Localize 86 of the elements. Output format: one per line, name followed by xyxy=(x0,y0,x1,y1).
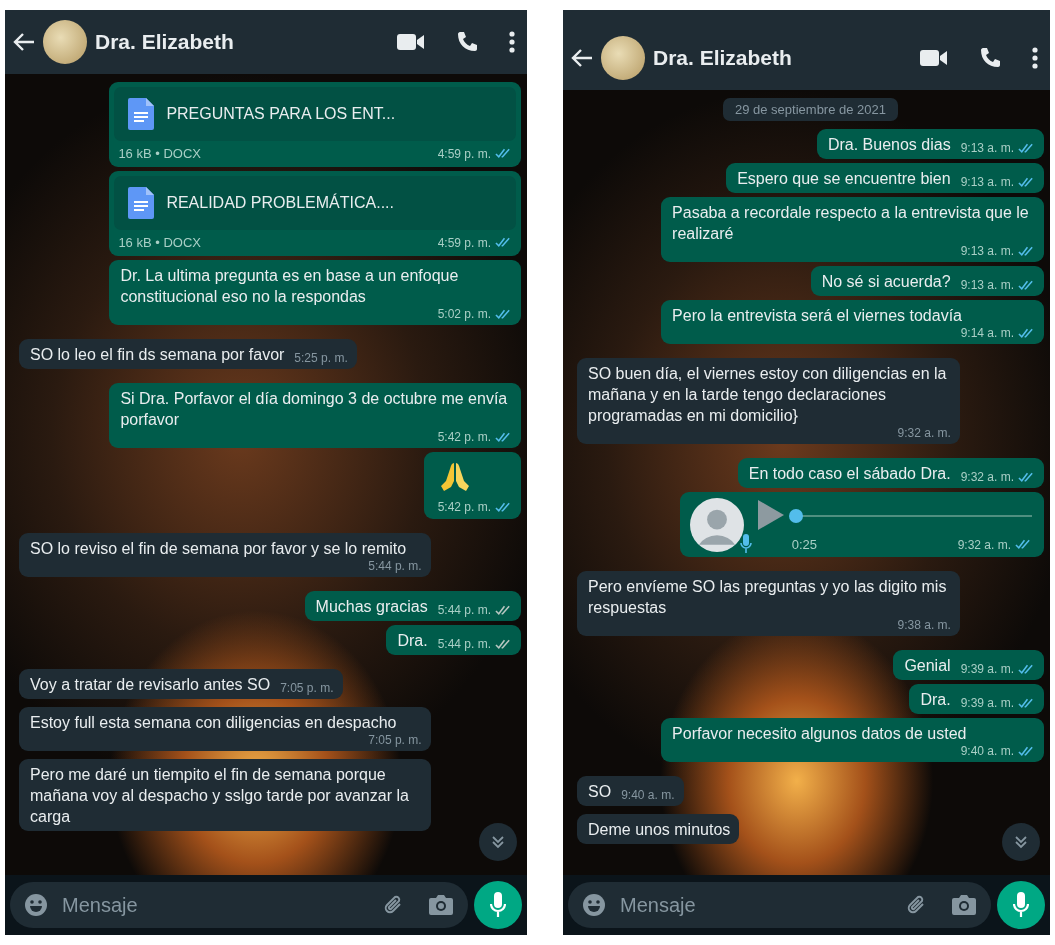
message-time: 5:44 p. m. xyxy=(368,559,422,573)
voice-duration: 0:25 xyxy=(791,537,818,552)
message-text: Pasaba a recordale respecto a la entrevista que le realizaré xyxy=(672,203,1030,244)
message-time: 9:39 a. m. xyxy=(960,662,1014,676)
message-text: Voy a tratar de revisarlo antes SO xyxy=(30,675,271,695)
emoji-icon[interactable] xyxy=(24,893,48,917)
message-text: No sé si acuerda? xyxy=(821,272,951,292)
voice-record-button[interactable] xyxy=(474,881,522,929)
message-time: 5:02 p. m. xyxy=(437,307,491,321)
message-time: 7:05 p. m. xyxy=(280,681,334,695)
file-name: REALIDAD PROBLEMÁTICA.... xyxy=(166,194,394,212)
message-time: 9:32 a. m. xyxy=(960,470,1014,484)
message-text: Genial xyxy=(904,656,951,676)
message-time: 5:42 p. m. xyxy=(437,500,491,514)
message-time: 9:13 a. m. xyxy=(960,175,1014,189)
message-text: Dra. Buenos dias xyxy=(827,135,951,155)
message-text: Si Dra. Porfavor el día domingo 3 de octubre me envía porfavor xyxy=(120,389,509,430)
message-time: 9:32 a. m. xyxy=(897,426,951,440)
message-text: Pero me daré un tiempito el fin de semana porque mañana voy al despacho y sslgo tarde por avanzar la carga xyxy=(30,765,410,827)
message-text: Deme unos minutos xyxy=(588,820,731,840)
contact-name[interactable]: Dra. Elizabeth xyxy=(95,30,367,54)
file-info: 16 kB • DOCX xyxy=(118,146,201,161)
message-text: Muchas gracias xyxy=(315,597,428,617)
camera-icon[interactable] xyxy=(951,894,977,916)
document-message[interactable]: PREGUNTAS PARA LOS ENT... 16 kB • DOCX 4:59 p. m. xyxy=(109,82,521,167)
camera-icon[interactable] xyxy=(428,894,454,916)
message-time: 9:13 a. m. xyxy=(960,278,1014,292)
play-button[interactable] xyxy=(755,499,786,532)
message-time: 5:42 p. m. xyxy=(437,430,491,444)
message-field[interactable]: Mensaje xyxy=(568,882,991,928)
phone-icon[interactable] xyxy=(455,30,479,54)
document-icon xyxy=(128,98,155,130)
microphone-icon xyxy=(490,892,506,918)
message-time: 4:59 p. m. xyxy=(437,146,491,161)
message-text: Espero que se encuentre bien xyxy=(737,169,951,189)
message-time: 9:14 a. m. xyxy=(960,326,1014,340)
message-text: Pero envíeme SO las preguntas y yo las digito mis respuestas xyxy=(588,577,948,618)
contact-avatar[interactable] xyxy=(43,20,87,64)
message-field[interactable]: Mensaje xyxy=(10,882,468,928)
message-text: SO buen día, el viernes estoy con diligencias en la mañana y en la tarde tengo declaraciones programadas en mi domicilio} xyxy=(588,364,948,426)
document-icon xyxy=(128,187,155,219)
contact-avatar[interactable] xyxy=(601,36,645,80)
microphone-icon xyxy=(739,534,752,554)
message-time: 5:44 p. m. xyxy=(437,637,491,651)
microphone-icon xyxy=(1013,892,1029,918)
message-time: 9:40 a. m. xyxy=(960,744,1014,758)
message-time: 7:05 p. m. xyxy=(368,733,422,747)
message-text: SO lo leo el fin ds semana por favor xyxy=(30,345,285,365)
message-text: SO xyxy=(588,782,612,802)
scroll-down-button[interactable] xyxy=(479,823,517,861)
file-info: 16 kB • DOCX xyxy=(118,235,201,250)
chevrons-down-icon xyxy=(490,834,506,850)
voice-record-button[interactable] xyxy=(997,881,1045,929)
message-time: 9:13 a. m. xyxy=(960,141,1014,155)
video-call-icon[interactable] xyxy=(397,33,425,51)
date-chip: 29 de septiembre de 2021 xyxy=(722,98,899,121)
more-options-icon[interactable] xyxy=(1032,47,1038,69)
chevrons-down-icon xyxy=(1013,834,1029,850)
message-text: Porfavor necesito algunos datos de usted xyxy=(672,724,968,744)
file-name: PREGUNTAS PARA LOS ENT... xyxy=(166,105,396,123)
message-time: 4:59 p. m. xyxy=(437,235,491,250)
message-time: 9:40 a. m. xyxy=(621,788,675,802)
message-time: 5:44 p. m. xyxy=(437,603,491,617)
message-text: Dra. xyxy=(397,631,428,651)
scroll-down-button[interactable] xyxy=(1002,823,1040,861)
message-time: 9:39 a. m. xyxy=(960,696,1014,710)
back-arrow-icon[interactable] xyxy=(571,48,593,68)
message-text: Dr. La ultima pregunta es en base a un enfoque constitucional eso no la respondas xyxy=(120,266,460,307)
message-time: 9:32 a. m. xyxy=(957,537,1011,552)
message-time: 5:25 p. m. xyxy=(294,351,348,365)
message-text: Pero la entrevista será el viernes todavía xyxy=(672,306,963,326)
more-options-icon[interactable] xyxy=(509,31,515,53)
playback-slider-thumb[interactable] xyxy=(788,508,803,523)
video-call-icon[interactable] xyxy=(920,49,948,67)
document-message[interactable]: REALIDAD PROBLEMÁTICA.... 16 kB • DOCX 4:59 p. m. xyxy=(109,171,521,256)
emoji-icon[interactable] xyxy=(582,893,606,917)
message-text: Estoy full esta semana con diligencias en despacho xyxy=(30,713,398,733)
back-arrow-icon[interactable] xyxy=(13,32,35,52)
avatar-icon xyxy=(689,498,744,552)
phone-icon[interactable] xyxy=(978,46,1002,70)
message-text: En todo caso el sábado Dra. xyxy=(748,464,951,484)
contact-name[interactable]: Dra. Elizabeth xyxy=(653,46,890,70)
message-text: Dra. xyxy=(920,690,951,710)
message-time: 9:13 a. m. xyxy=(960,244,1014,258)
message-text: SO lo reviso el fin de semana por favor y se lo remito xyxy=(30,539,408,559)
message-time: 9:38 a. m. xyxy=(897,618,951,632)
